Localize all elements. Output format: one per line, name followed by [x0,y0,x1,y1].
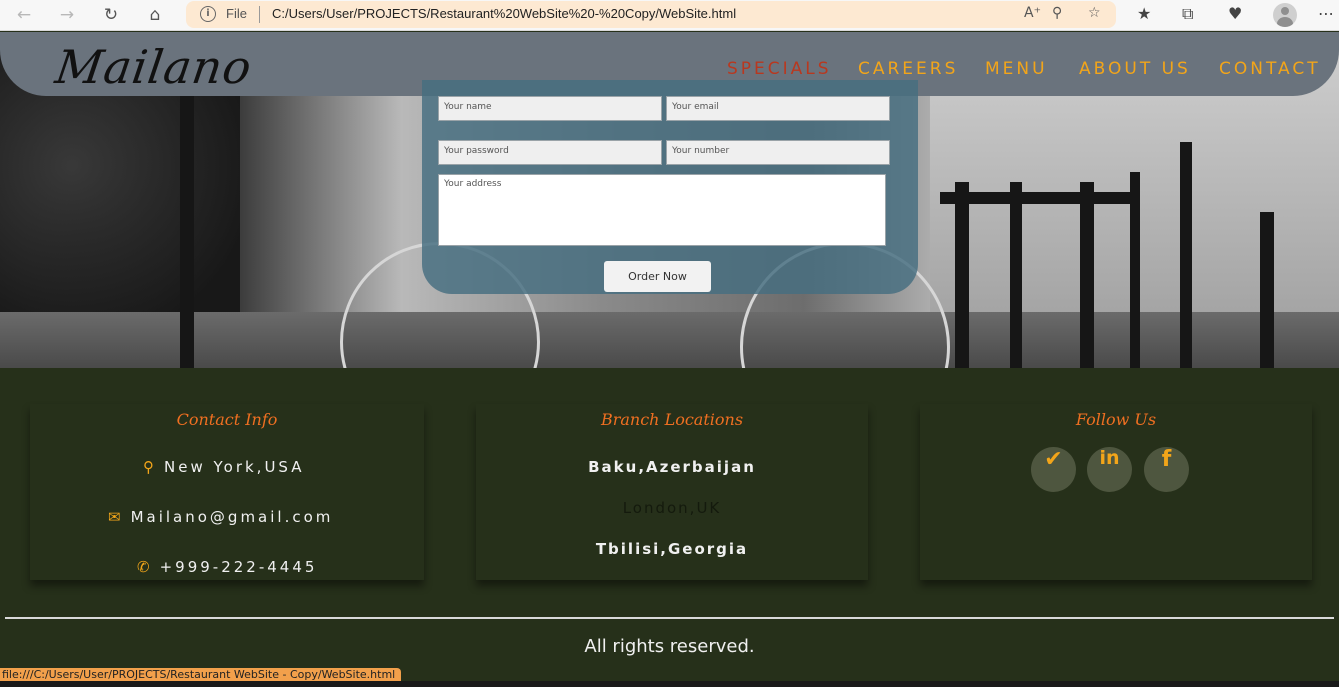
map-marker-icon: ⚲ [143,458,154,476]
home-icon[interactable]: ⌂ [143,4,167,26]
contact-phone: ✆ +999-222-4445 [137,558,317,576]
copyright-text: All rights reserved. [584,636,755,657]
reload-icon[interactable]: ↻ [99,4,123,26]
forward-icon[interactable]: → [55,4,79,26]
url-text[interactable]: C:/Users/User/PROJECTS/Restaurant%20WebS… [272,6,736,21]
site-logo[interactable]: Mailano [52,40,255,94]
browser-toolbar: ← → ↻ ⌂ i File C:/Users/User/PROJECTS/Re… [0,0,1339,31]
name-input[interactable]: Your name [438,96,662,121]
address-separator [259,6,260,23]
nav-menu[interactable]: MENU [985,59,1048,79]
address-textarea[interactable]: Your address [438,174,886,246]
add-favorite-icon[interactable]: ☆ [1088,5,1101,21]
nav-about-us[interactable]: ABOUT US [1079,59,1191,79]
favorites-icon[interactable]: ★ [1137,4,1151,23]
zoom-icon[interactable]: ⚲ [1052,5,1062,21]
order-now-button[interactable]: Order Now [604,261,711,292]
password-input[interactable]: Your password [438,140,662,165]
linkedin-icon[interactable]: in [1087,447,1132,492]
nav-contact[interactable]: CONTACT [1219,59,1321,79]
address-bar[interactable]: i File C:/Users/User/PROJECTS/Restaurant… [186,1,1116,28]
contact-email: ✉ Mailano@gmail.com [108,508,333,526]
email-input[interactable]: Your email [666,96,890,121]
nav-specials[interactable]: SPECIALS [727,59,832,79]
more-menu-icon[interactable]: ⋯ [1318,4,1334,23]
contact-info-card: Contact Info [30,404,424,580]
footer-divider [5,617,1334,619]
browser-window: ← → ↻ ⌂ i File C:/Users/User/PROJECTS/Re… [0,0,1339,687]
contact-location-text: New York,USA [164,458,305,476]
protocol-label: File [226,6,247,21]
phone-icon: ✆ [137,558,150,576]
contact-phone-text[interactable]: +999-222-4445 [160,558,318,576]
window-bottom-edge [0,681,1339,687]
facebook-icon[interactable]: f [1144,447,1189,492]
twitter-icon[interactable]: ✔ [1031,447,1076,492]
contact-info-title: Contact Info [176,410,278,429]
branch-london: London,UK [622,499,722,517]
follow-us-card: Follow Us [920,404,1312,580]
browser-essentials-icon[interactable]: ♥ [1228,4,1242,23]
envelope-icon: ✉ [108,508,121,526]
follow-us-title: Follow Us [1075,410,1157,429]
profile-avatar[interactable] [1273,3,1297,27]
nav-careers[interactable]: CAREERS [858,59,958,79]
contact-email-text[interactable]: Mailano@gmail.com [131,508,334,526]
info-icon[interactable]: i [200,6,216,22]
branch-baku: Baku,Azerbaijan [588,458,756,476]
read-aloud-icon[interactable]: A⁺ [1024,5,1041,21]
number-input[interactable]: Your number [666,140,890,165]
contact-location: ⚲ New York,USA [143,458,305,476]
branch-locations-title: Branch Locations [600,410,744,429]
back-icon[interactable]: ← [12,4,36,26]
collections-icon[interactable]: ⧉ [1182,4,1193,24]
branch-locations-card: Branch Locations Baku,Azerbaijan London,… [476,404,868,580]
branch-tbilisi: Tbilisi,Georgia [595,540,749,558]
